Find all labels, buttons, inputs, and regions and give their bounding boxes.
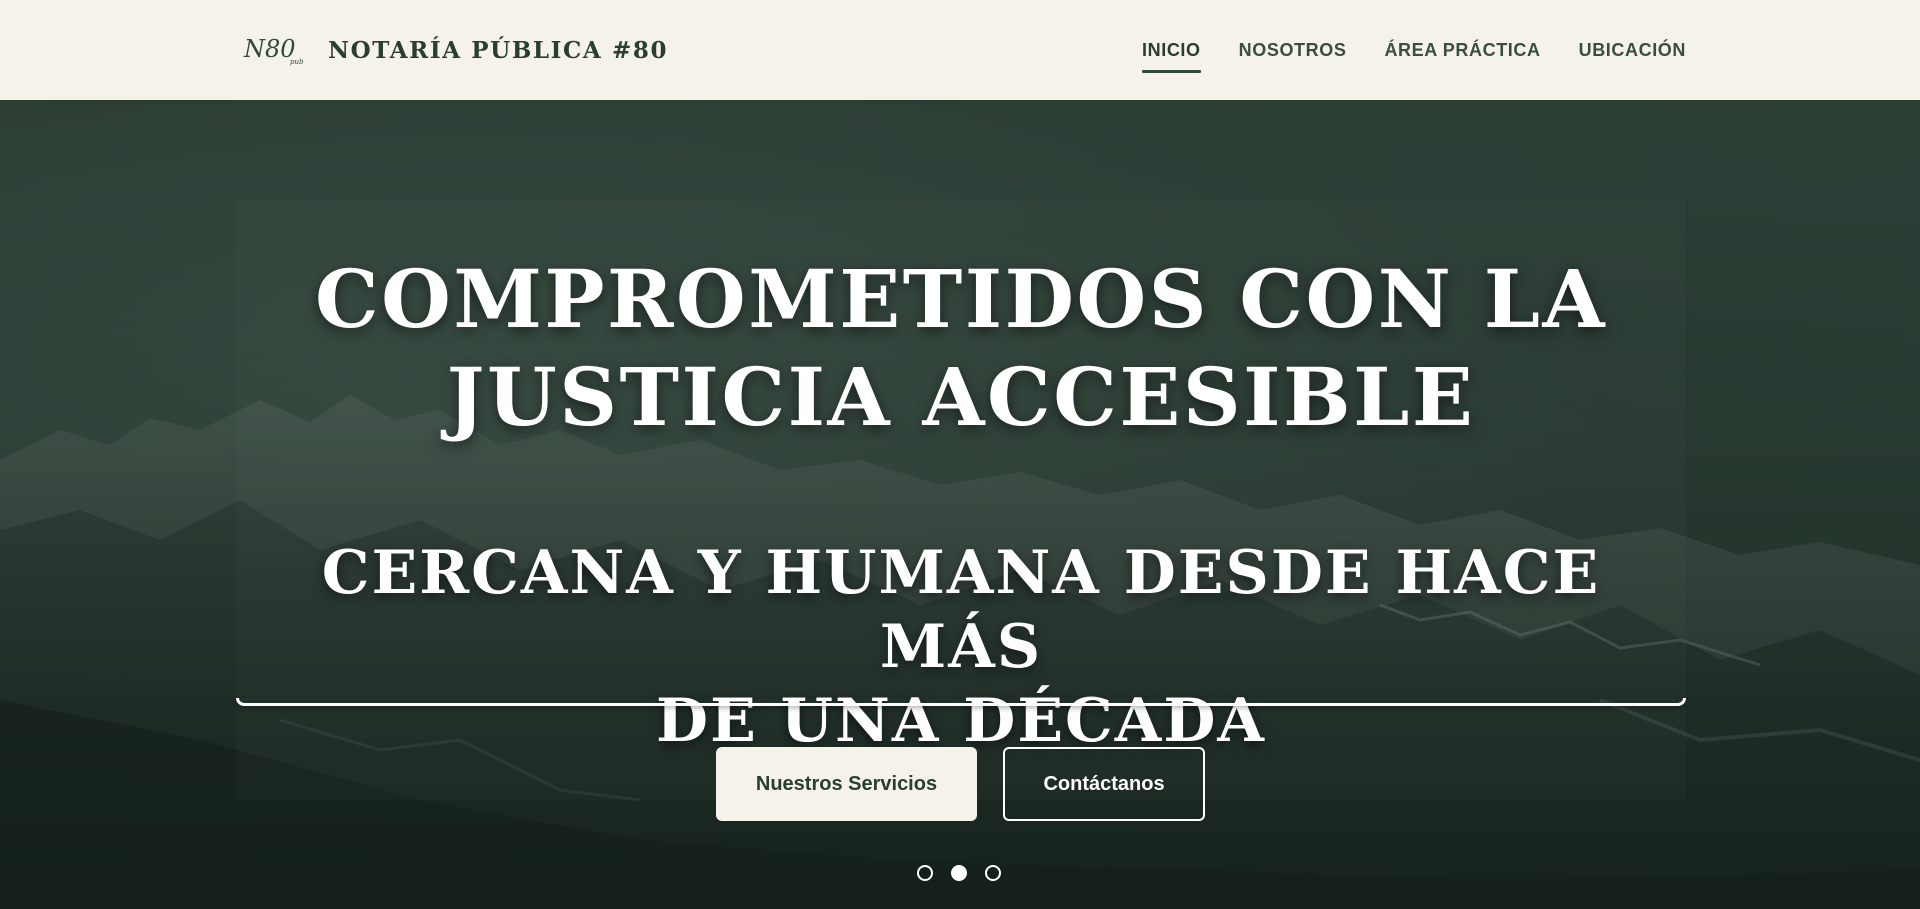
logo-text: N80 bbox=[243, 35, 296, 63]
nav-item-ubicacion[interactable]: UBICACIÓN bbox=[1579, 34, 1686, 67]
nav-item-nosotros[interactable]: NOSOTROS bbox=[1239, 34, 1347, 67]
brand[interactable]: N80 pub NOTARÍA PÚBLICA #80 bbox=[242, 30, 668, 70]
hero-section: COMPROMETIDOS CON LA JUSTICIA ACCESIBLE … bbox=[0, 100, 1920, 909]
contact-button[interactable]: Contáctanos bbox=[1003, 747, 1205, 821]
nav-item-area-practica[interactable]: ÁREA PRÁCTICA bbox=[1384, 34, 1540, 67]
brand-name[interactable]: NOTARÍA PÚBLICA #80 bbox=[328, 37, 668, 64]
hero-divider bbox=[236, 698, 1686, 706]
carousel-dot-1[interactable] bbox=[917, 865, 933, 881]
services-button[interactable]: Nuestros Servicios bbox=[716, 747, 977, 821]
hero-title-line-1: COMPROMETIDOS CON LA bbox=[314, 252, 1608, 346]
hero-subtitle-line-2: DE UNA DÉCADA bbox=[656, 686, 1266, 756]
hero-title: COMPROMETIDOS CON LA JUSTICIA ACCESIBLE bbox=[236, 250, 1686, 446]
carousel-indicators bbox=[917, 865, 1001, 881]
notary-logo-icon[interactable]: N80 pub bbox=[242, 30, 304, 70]
main-nav: INICIO NOSOTROS ÁREA PRÁCTICA UBICACIÓN bbox=[1142, 0, 1686, 100]
nav-item-inicio[interactable]: INICIO bbox=[1142, 34, 1201, 73]
carousel-dot-2[interactable] bbox=[951, 865, 967, 881]
hero-title-line-2: JUSTICIA ACCESIBLE bbox=[446, 350, 1476, 444]
hero-subtitle: CERCANA Y HUMANA DESDE HACE MÁS DE UNA D… bbox=[236, 536, 1686, 758]
carousel-dot-3[interactable] bbox=[985, 865, 1001, 881]
logo-subtext: pub bbox=[290, 58, 304, 66]
hero-subtitle-line-1: CERCANA Y HUMANA DESDE HACE MÁS bbox=[321, 538, 1601, 682]
site-header: N80 pub NOTARÍA PÚBLICA #80 INICIO NOSOT… bbox=[0, 0, 1920, 100]
